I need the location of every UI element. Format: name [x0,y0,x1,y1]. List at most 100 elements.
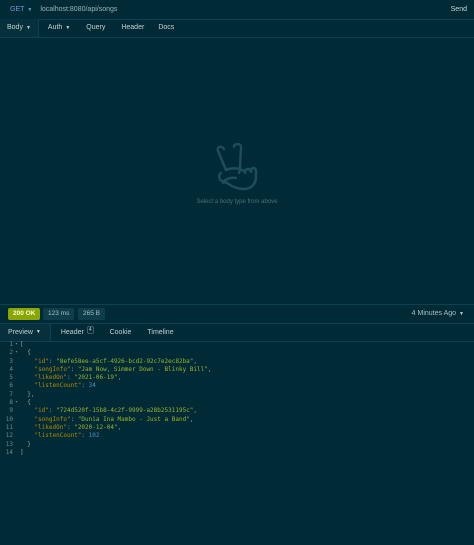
tab-timeline[interactable]: Timeline [139,324,181,341]
line-number: 1 [9,341,13,348]
code-line: 6 "listenCount": 34 [0,382,474,390]
code-punctuation: }, [20,390,35,398]
chevron-down-icon: ▼ [25,25,31,31]
tab-cookie-label: Cookie [109,329,132,336]
tab-timeline-label: Timeline [147,329,174,336]
json-value: "724d520f-15b8-4c2f-9999-a28b2531195c" [56,407,194,415]
response-size-badge: 265 B [78,308,105,320]
tab-response-header-label: Header [60,329,84,336]
code-property: "listenCount": 102 [34,432,100,440]
code-property: "songInfo": "Jam Now, Simmer Down - Blin… [34,365,212,373]
json-value: "Jam Now, Simmer Down - Blinky Bill" [77,365,208,373]
json-comma: , [189,415,194,423]
json-value: 102 [88,432,100,440]
json-key: "songInfo" [34,415,71,423]
json-value: "2020-12-04" [74,423,118,431]
code-punctuation: } [20,440,31,448]
url-input[interactable]: localhost:8080/api/songs [40,6,117,13]
code-line: 4 "songInfo": "Jam Now, Simmer Down - Bl… [0,366,474,374]
code-line: 1 ▾[ [0,341,474,349]
json-comma: , [117,423,122,431]
empty-body-panel: Select a body type from above [0,37,474,305]
peace-hand-icon [216,142,258,190]
tab-response-header[interactable]: Header 4 [53,324,102,341]
line-number: 2 [9,349,13,357]
line-number: 6 [9,382,13,390]
json-key: "id" [34,407,49,415]
json-comma: , [117,374,122,382]
tab-body[interactable]: Body ▼ [0,19,39,37]
tab-query-label: Query [86,24,106,31]
line-number: 4 [9,365,13,373]
response-time-badge: 123 ms [43,308,75,320]
history-dropdown[interactable]: 4 Minutes Ago ▼ [412,308,464,320]
json-key: "listenCount" [34,432,82,440]
tab-header-label: Header [121,24,145,31]
code-property: "songInfo": "Dunia Ina Mambo - Just a Ba… [34,415,194,423]
code-line: 9 "id": "724d520f-15b8-4c2f-9999-a28b253… [0,407,474,415]
chevron-down-icon: ▼ [459,311,464,317]
tab-body-label: Body [7,24,23,31]
history-label: 4 Minutes Ago [411,310,457,317]
fold-toggle-icon[interactable]: ▾ [13,341,20,349]
code-punctuation: { [20,349,31,357]
method-selector[interactable]: GET ▼ [10,6,32,13]
line-number: 5 [9,374,13,382]
code-property: "id": "724d520f-15b8-4c2f-9999-a28b25311… [34,407,198,415]
fold-toggle-icon[interactable]: ▾ [13,399,20,407]
line-number: 12 [5,432,13,440]
tab-auth[interactable]: Auth ▼ [41,19,77,37]
json-value: "8efe58ee-a5cf-4926-bcd2-92c7e2ec82ba" [56,357,194,365]
response-tabs: Preview ▼ Header 4 Cookie Timeline [0,323,474,342]
line-number: 10 [5,415,13,423]
code-property: "likedOn": "2020-12-04", [34,423,122,431]
tab-preview[interactable]: Preview ▼ [0,324,51,341]
tab-docs-label: Docs [158,24,175,31]
json-value: "2021-06-19" [74,374,118,382]
url-bar: GET ▼ localhost:8080/api/songs Send [0,0,474,20]
chevron-down-icon: ▼ [65,25,71,31]
tab-header[interactable]: Header [114,19,151,37]
tab-cookie[interactable]: Cookie [102,324,140,341]
json-key: "songInfo" [34,365,71,373]
tab-docs[interactable]: Docs [151,19,181,37]
line-number: 14 [5,448,13,456]
json-key: "listenCount" [34,382,82,390]
send-button[interactable]: Send [451,0,467,19]
pane-divider[interactable] [0,304,474,305]
line-number: 8 [9,399,13,407]
code-line: 7 }, [0,391,474,399]
tab-preview-label: Preview [8,329,33,336]
code-line: 12 "listenCount": 102 [0,432,474,440]
tab-auth-label: Auth [47,24,63,31]
code-line: 13 } [0,441,474,449]
response-body-viewer[interactable]: 1 ▾[2 ▾ {3 "id": "8efe58ee-a5cf-4926-bcd2-… [0,341,474,457]
status-badge: 200 OK [8,308,41,320]
line-number: 7 [9,390,13,398]
code-punctuation: [ [20,341,24,348]
method-label: GET [10,6,25,13]
fold-toggle-icon[interactable]: ▾ [13,349,20,357]
code-line: 5 "likedOn": "2021-06-19", [0,374,474,382]
code-line: 8 ▾ { [0,399,474,407]
code-property: "id": "8efe58ee-a5cf-4926-bcd2-92c7e2ec8… [34,357,198,365]
json-key: "likedOn" [34,374,67,382]
json-key: "likedOn" [34,423,67,431]
tab-query[interactable]: Query [79,19,112,37]
code-punctuation: { [20,399,31,407]
line-number: 13 [5,440,13,448]
chevron-down-icon: ▼ [27,6,33,13]
line-number: 3 [9,357,13,365]
code-line: 2 ▾ { [0,349,474,357]
json-comma: , [193,407,198,415]
code-property: "listenCount": 34 [34,382,96,390]
empty-hint-text: Select a body type from above [196,198,278,205]
